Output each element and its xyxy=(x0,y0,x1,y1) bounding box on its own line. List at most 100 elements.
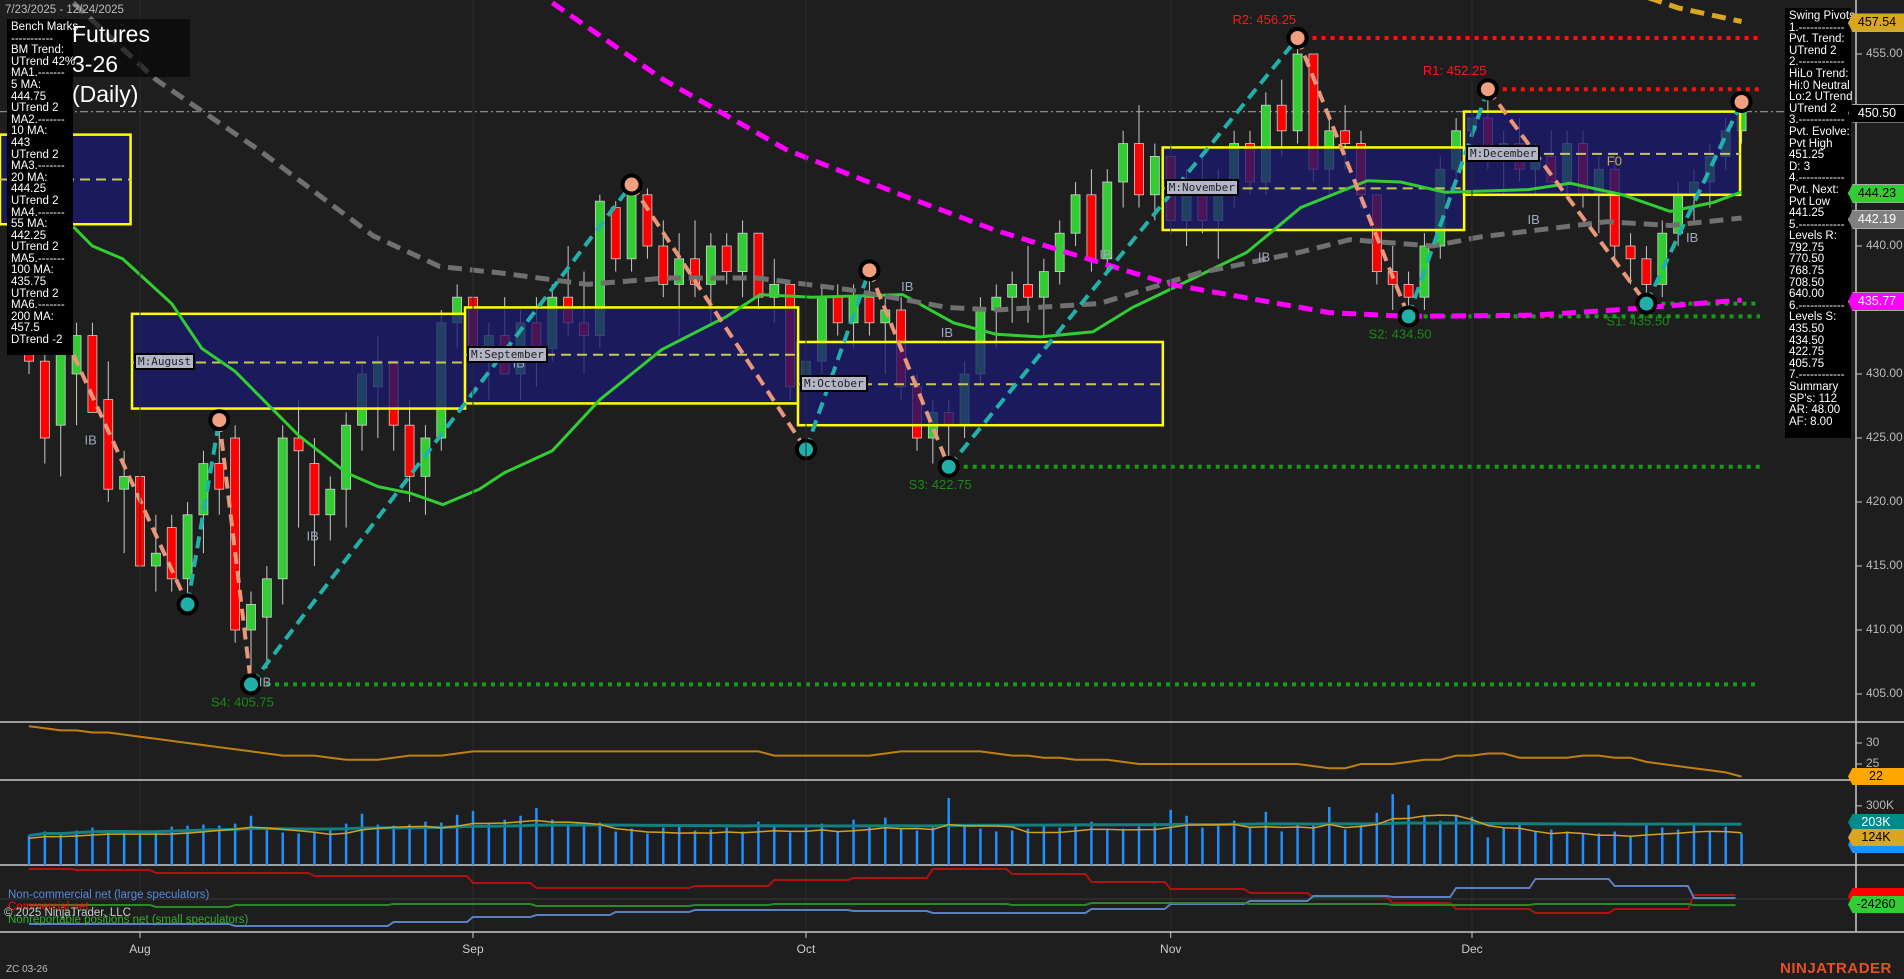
month-box-label: M:November xyxy=(1164,179,1239,197)
candle-body-up xyxy=(626,194,637,260)
candle-body-up xyxy=(1007,283,1018,298)
candle xyxy=(55,335,66,477)
price-tag: 450.50 xyxy=(1848,103,1904,123)
info-line: UTrend 2 xyxy=(11,102,59,115)
swing-pivot-low xyxy=(176,593,199,616)
candle xyxy=(832,284,843,336)
info-line: Pvt. Evolve: xyxy=(1789,125,1850,138)
price-axis-label: 425.00 xyxy=(1866,430,1903,444)
info-line: Swing Pivots xyxy=(1789,10,1855,22)
adx-axis-label: 25 xyxy=(1866,756,1880,770)
info-line: 441.25 xyxy=(1789,207,1825,220)
candle-body-down xyxy=(1340,130,1351,145)
info-line: 768.75 xyxy=(1789,265,1825,278)
candle-body-up xyxy=(325,488,336,516)
volume-axis-label: 300K xyxy=(1866,797,1895,812)
swing-pivot-low xyxy=(1635,292,1658,315)
annotation-label: IB xyxy=(84,432,96,447)
candle-body-up xyxy=(1149,155,1160,196)
candle xyxy=(626,184,637,272)
candle-body-down xyxy=(1276,104,1287,132)
chart-title-line2: 3-26 (Daily) xyxy=(72,51,139,107)
candle-body-up xyxy=(182,514,193,580)
price-tag: 435.77 xyxy=(1848,292,1904,312)
candle-body-up xyxy=(737,232,748,272)
candle-body-down xyxy=(610,207,621,260)
level-label: R1: 452.25 xyxy=(1423,63,1487,78)
chart-canvas[interactable]: R2: 456.25 R1: 452.25 S1: 435.50 S2: 434.50… xyxy=(0,0,1904,979)
candle xyxy=(309,438,320,566)
chart-title: Futures 3-26 (Daily) xyxy=(66,19,190,107)
price-tag: 444.23 xyxy=(1848,183,1904,203)
level-label: R2: 456.25 xyxy=(1233,12,1297,27)
candle-body-down xyxy=(864,296,875,324)
candle xyxy=(293,399,304,528)
info-line: UTrend 2 xyxy=(11,194,59,207)
swing-pivot-low xyxy=(937,455,960,478)
info-line: 5 MA: xyxy=(11,78,42,91)
annotation-label: IB xyxy=(259,674,271,689)
info-line: 435.75 xyxy=(11,276,47,289)
candle xyxy=(1118,130,1129,208)
date-range: 7/23/2025 - 12/24/2025 xyxy=(5,4,124,16)
price-axis-label: 415.00 xyxy=(1866,558,1903,572)
adx-axis-label: 30 xyxy=(1866,735,1880,749)
price-axis-label: 405.00 xyxy=(1866,686,1903,700)
info-line: 451.25 xyxy=(1789,149,1825,162)
candle-body-down xyxy=(1086,194,1097,260)
info-line: Summary xyxy=(1789,381,1839,393)
price-tag: 442.19 xyxy=(1848,209,1904,229)
swing-pivot-high xyxy=(1286,27,1309,49)
candle-body-up xyxy=(1292,53,1303,132)
month-box-label: M:October xyxy=(799,375,868,393)
candle-body-up xyxy=(261,578,272,618)
price-axis-label: 410.00 xyxy=(1866,622,1903,636)
candle-body-down xyxy=(1403,283,1414,298)
candle xyxy=(737,220,748,298)
annotation-label: F0 xyxy=(1607,153,1622,168)
info-line: DTrend -2 xyxy=(11,334,63,347)
candle-body-down xyxy=(39,360,50,439)
month-label: Sep xyxy=(462,942,484,956)
candle xyxy=(1292,38,1303,144)
candle-body-down xyxy=(1023,283,1033,298)
candle-body-up xyxy=(674,258,685,285)
zigzag-leg xyxy=(249,183,634,686)
candle xyxy=(991,284,1002,349)
bench-marks-panel: Bench Marks ----------- BM Trend: UTrend 42… xyxy=(7,19,78,355)
annotation-label: IB xyxy=(1527,212,1539,227)
candle xyxy=(658,220,669,298)
candle xyxy=(1023,246,1033,323)
annotation-label: IB xyxy=(1099,247,1111,262)
candle xyxy=(150,514,161,592)
candle-body-up xyxy=(1054,232,1065,272)
level-label: S2: 434.50 xyxy=(1369,326,1432,341)
annotation-label: IB xyxy=(901,279,913,294)
cot-nonreportable-tag: -24260 xyxy=(1848,896,1904,913)
annotation-label: IB xyxy=(941,325,953,340)
candle xyxy=(1276,79,1287,157)
adx-line xyxy=(28,725,1742,778)
ninjatrader-logo: NINJATRADER xyxy=(1780,960,1892,977)
month-box-label: M:September xyxy=(466,345,548,363)
candle xyxy=(1086,169,1097,272)
swing-pivot-high xyxy=(1730,91,1753,113)
candle-body-up xyxy=(341,424,352,490)
candle xyxy=(1134,105,1144,208)
candle-body-down xyxy=(103,399,114,490)
instrument-symbol: ZC 03-26 xyxy=(6,964,48,975)
candle-body-down xyxy=(214,463,225,490)
candle-body-down xyxy=(293,437,304,452)
candle xyxy=(182,502,193,605)
price-axis-label: 420.00 xyxy=(1866,494,1903,508)
candle xyxy=(277,425,288,605)
candle-body-up xyxy=(119,475,130,490)
legend-noncommercial: Non-commercial net (large speculators) xyxy=(8,889,210,901)
candle xyxy=(420,425,431,515)
chart-title-line1: Futures xyxy=(72,21,150,47)
price-axis-label: 430.00 xyxy=(1866,366,1903,380)
moving-average-200ma xyxy=(1647,0,1743,24)
candle-body-up xyxy=(277,437,288,580)
swing-pivot-high xyxy=(620,173,643,196)
candle-body-down xyxy=(753,232,764,298)
